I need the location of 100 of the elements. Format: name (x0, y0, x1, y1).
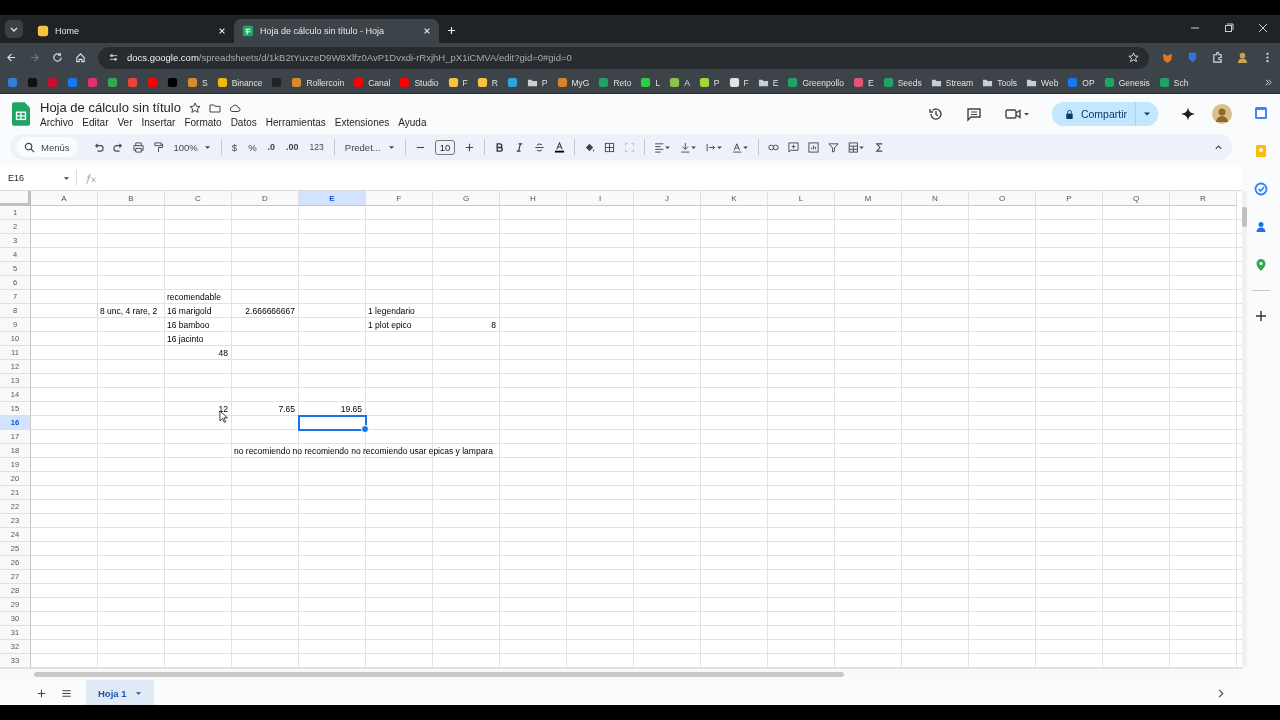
menu-item[interactable]: Extensiones (334, 117, 390, 128)
increase-decimals-button[interactable]: .00 (285, 142, 300, 152)
bookmark[interactable]: MyG (556, 77, 590, 88)
menu-item[interactable]: Formato (184, 117, 222, 128)
history-icon[interactable] (927, 106, 944, 122)
selected-cell-outline[interactable] (298, 415, 367, 431)
align-icon[interactable] (654, 141, 672, 153)
text-rotation-icon[interactable] (732, 141, 750, 153)
bookmark[interactable]: R (476, 77, 498, 88)
new-tab-icon[interactable] (447, 26, 456, 35)
column-header[interactable]: E (299, 191, 366, 206)
print-icon[interactable] (132, 141, 144, 153)
back-icon[interactable] (6, 52, 17, 63)
fox-extension-icon[interactable] (1161, 51, 1174, 64)
comment-icon[interactable] (965, 106, 982, 122)
menu-search-field[interactable]: Menús (16, 137, 78, 157)
vertical-align-icon[interactable] (680, 141, 698, 153)
filter-icon[interactable] (828, 141, 840, 153)
column-header[interactable]: Q (1103, 191, 1170, 206)
column-header[interactable]: C (165, 191, 232, 206)
menu-item[interactable]: Editar (82, 117, 109, 128)
menu-item[interactable]: Archivo (40, 117, 74, 128)
column-header[interactable]: F (366, 191, 433, 206)
add-comment-icon[interactable] (788, 141, 800, 153)
menu-item[interactable]: Ver (117, 117, 133, 128)
bookmark[interactable]: S (187, 77, 208, 88)
map-pin-icon[interactable] (1254, 258, 1268, 272)
zoom-dropdown[interactable]: 100% (172, 141, 212, 153)
bookmark[interactable]: Studio (399, 77, 439, 88)
star-icon[interactable] (188, 101, 201, 114)
profile-avatar-icon[interactable] (1236, 51, 1249, 64)
home-icon[interactable] (75, 52, 86, 63)
borders-icon[interactable] (604, 141, 616, 153)
bookmark[interactable]: P (698, 77, 720, 88)
merge-cells-icon[interactable] (624, 141, 636, 153)
bookmark[interactable]: Web (1026, 77, 1059, 88)
fill-color-icon[interactable] (584, 141, 596, 153)
undo-icon[interactable] (92, 141, 104, 153)
plus-icon[interactable] (1254, 309, 1268, 323)
browser-tab[interactable]: Home (29, 19, 234, 43)
bookmark[interactable]: Canal (353, 77, 391, 88)
plus-icon[interactable] (464, 141, 476, 153)
column-header[interactable]: N (902, 191, 969, 206)
sheet-tab[interactable]: Hoja 1 (86, 680, 154, 706)
bookmark[interactable]: A (669, 77, 690, 88)
bookmark[interactable]: Binance (216, 77, 263, 88)
address-field[interactable]: docs.google.com/spreadsheets/d/1kB2tYuxzeD9W8Xlfz0AvP1Dvxdi-rRxjhH_pX1iCMVA/edit?gid=0#gid=0 (98, 46, 1149, 69)
extensions-icon[interactable] (1211, 51, 1224, 64)
reload-icon[interactable] (52, 52, 63, 63)
sheets-logo-icon[interactable] (12, 102, 30, 126)
bookmark[interactable]: E (757, 77, 779, 88)
bookmark[interactable]: Reto (598, 77, 632, 88)
bookmark[interactable]: Sch (1158, 77, 1189, 88)
contacts-icon[interactable] (1254, 220, 1268, 234)
bold-icon[interactable] (494, 141, 506, 153)
name-box[interactable]: E16 (0, 170, 77, 186)
bookmark[interactable]: Tools (982, 77, 1018, 88)
account-avatar-icon[interactable] (1212, 104, 1232, 124)
currency-format-button[interactable]: $ (230, 141, 239, 153)
decrease-decimals-button[interactable]: .0 (266, 142, 277, 152)
column-header[interactable]: B (98, 191, 165, 206)
column-header[interactable]: J (634, 191, 701, 206)
close-icon[interactable] (1258, 23, 1268, 33)
font-size-field[interactable]: 10 (434, 139, 456, 155)
column-header[interactable]: R (1170, 191, 1237, 206)
bookmark[interactable]: P (526, 77, 548, 88)
tasks-icon[interactable] (1254, 182, 1268, 196)
bookmark[interactable]: Stream (930, 77, 974, 88)
column-header[interactable]: M (835, 191, 902, 206)
bookmark[interactable]: E (853, 77, 874, 88)
restore-icon[interactable] (1224, 23, 1234, 33)
folder-icon[interactable] (208, 101, 221, 114)
vertical-scrollbar[interactable] (1242, 191, 1247, 668)
number-format-button[interactable]: 123 (308, 142, 325, 152)
video-call-icon[interactable] (1003, 106, 1030, 122)
text-wrap-icon[interactable] (706, 141, 724, 153)
browser-tab[interactable]: Hoja de cálculo sin título - Hoja (234, 19, 439, 43)
chart-icon[interactable] (808, 141, 820, 153)
column-header[interactable]: I (567, 191, 634, 206)
menu-item[interactable]: Datos (230, 117, 257, 128)
bookmark[interactable] (147, 77, 158, 88)
column-header[interactable]: O (969, 191, 1036, 206)
chevron-icon[interactable] (1264, 78, 1273, 87)
functions-table-icon[interactable] (848, 141, 866, 153)
bookmark[interactable]: OP (1067, 77, 1095, 88)
column-header[interactable]: P (1036, 191, 1103, 206)
column-header[interactable]: A (31, 191, 98, 206)
bookmark[interactable] (107, 77, 118, 88)
bookmark[interactable] (127, 77, 138, 88)
horizontal-scrollbar[interactable] (0, 668, 1242, 680)
column-header[interactable]: K (701, 191, 768, 206)
sparkle-icon[interactable] (1180, 106, 1196, 122)
menu-item[interactable]: Ayuda (398, 117, 427, 128)
bookmark[interactable]: Greenpollo (787, 77, 844, 88)
document-title[interactable]: Hoja de cálculo sin título (40, 100, 181, 115)
bookmark[interactable]: Genesis (1103, 77, 1150, 88)
column-header[interactable]: G (433, 191, 500, 206)
tab-list-button[interactable] (5, 20, 23, 38)
text-color-icon[interactable] (554, 141, 566, 153)
bookmark[interactable]: F (728, 77, 749, 88)
